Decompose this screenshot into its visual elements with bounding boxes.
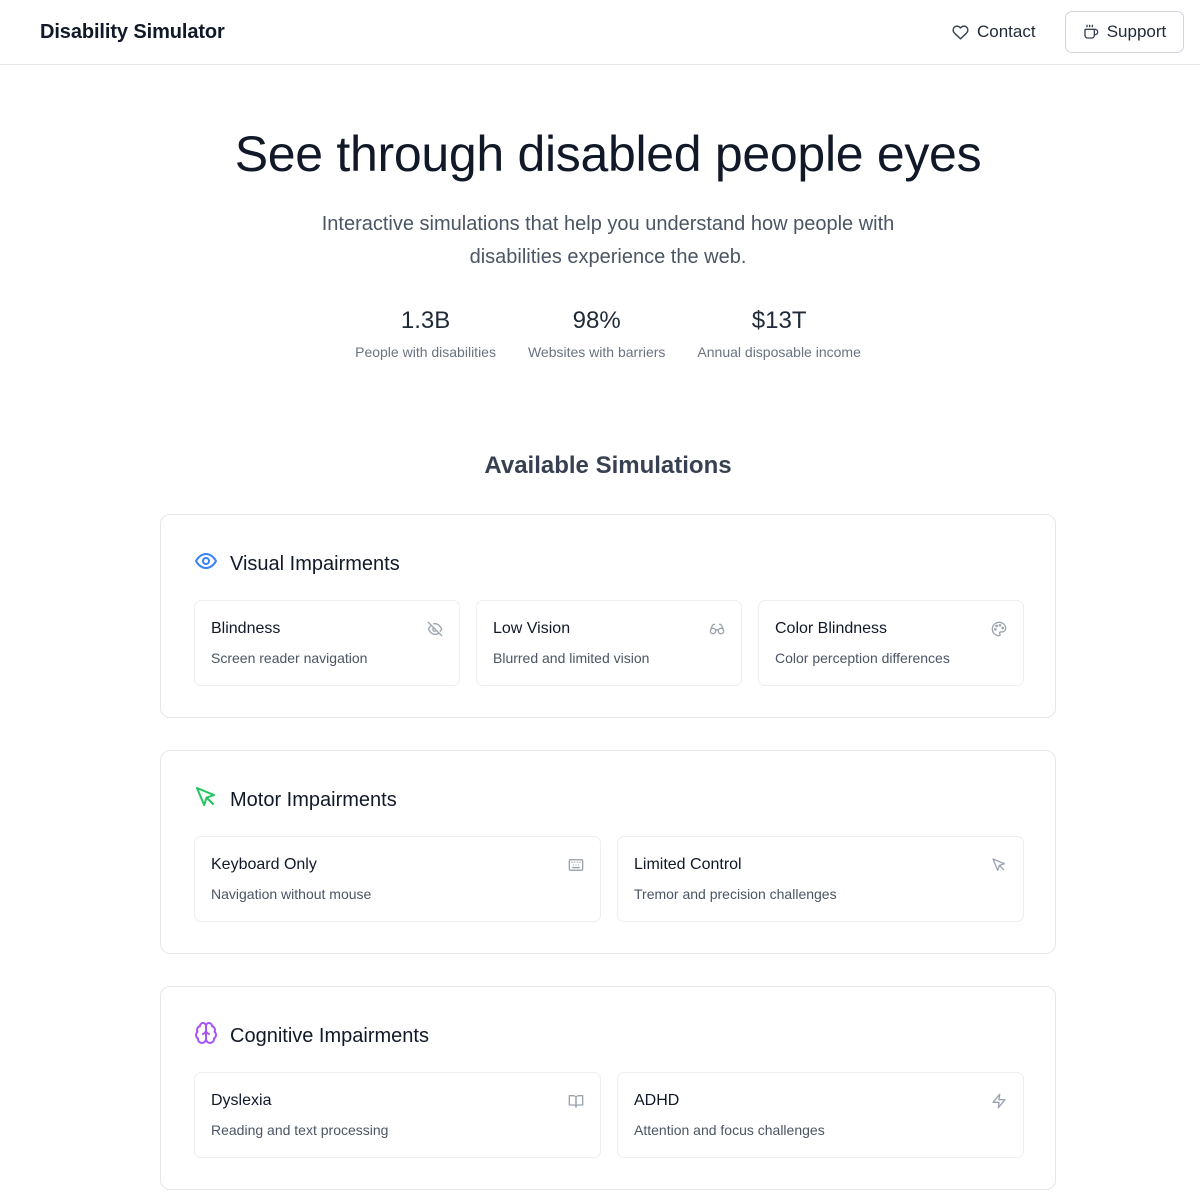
card-description: Tremor and precision challenges [634, 886, 837, 902]
support-label: Support [1106, 22, 1167, 41]
stat-value: $13T [751, 307, 807, 334]
card-description: Attention and focus challenges [634, 1122, 825, 1138]
category-title: Visual Impairments [230, 552, 400, 575]
category-motor-impairments: Motor Impairments Keyboard Only Navigati… [160, 750, 1056, 954]
card-title: Dyslexia [211, 1092, 272, 1109]
palette-icon [991, 621, 1007, 637]
card-title: Keyboard Only [211, 856, 317, 873]
card-title: Blindness [211, 620, 281, 637]
stat-people: 1.3B People with disabilities [355, 306, 496, 362]
category-visual-impairments: Visual Impairments Blindness Screen read… [160, 514, 1056, 718]
contact-link[interactable]: Contact [940, 12, 1048, 52]
site-header: Disability Simulator Contact Support [0, 0, 1200, 65]
stats-row: 1.3B People with disabilities 98% Websit… [0, 306, 1200, 362]
card-description: Navigation without mouse [211, 886, 372, 902]
keyboard-icon [568, 857, 584, 873]
simulation-cards: Keyboard Only Navigation without mouse L… [194, 836, 1024, 922]
card-description: Blurred and limited vision [493, 650, 650, 666]
category-header: Visual Impairments [194, 549, 400, 578]
card-dyslexia[interactable]: Dyslexia Reading and text processing [194, 1072, 601, 1158]
hero-subtitle: Interactive simulations that help you un… [321, 213, 895, 268]
card-title: ADHD [634, 1092, 680, 1109]
eye-off-icon [427, 621, 443, 637]
card-color-blindness[interactable]: Color Blindness Color perception differe… [758, 600, 1024, 686]
glasses-icon [709, 621, 725, 637]
stat-label: Annual disposable income [697, 344, 861, 360]
stat-value: 98% [572, 307, 621, 334]
support-button[interactable]: Support [1065, 11, 1184, 53]
category-header: Cognitive Impairments [194, 1021, 429, 1050]
category-title: Cognitive Impairments [230, 1024, 429, 1047]
card-keyboard-only[interactable]: Keyboard Only Navigation without mouse [194, 836, 601, 922]
card-title: Color Blindness [775, 620, 888, 637]
zap-icon [991, 1093, 1007, 1109]
stat-label: Websites with barriers [527, 344, 666, 360]
stat-websites: 98% Websites with barriers [528, 306, 665, 362]
book-icon [568, 1093, 584, 1109]
card-limited-control[interactable]: Limited Control Tremor and precision cha… [617, 836, 1024, 922]
card-adhd[interactable]: ADHD Attention and focus challenges [617, 1072, 1024, 1158]
card-low-vision[interactable]: Low Vision Blurred and limited vision [476, 600, 742, 686]
category-header: Motor Impairments [194, 785, 397, 814]
pointer-icon [194, 785, 218, 814]
card-title: Limited Control [634, 856, 742, 873]
simulation-cards: Dyslexia Reading and text processing ADH… [194, 1072, 1024, 1158]
pointer-icon [991, 857, 1007, 873]
hero-title: See through disabled people eyes [234, 126, 982, 182]
simulation-cards: Blindness Screen reader navigation Low V… [194, 600, 1024, 686]
card-description: Screen reader navigation [211, 650, 368, 666]
section-title: Available Simulations [484, 452, 732, 479]
brain-icon [194, 1021, 218, 1050]
stat-value: 1.3B [400, 307, 451, 334]
category-title: Motor Impairments [230, 788, 397, 811]
stat-label: People with disabilities [355, 344, 496, 360]
card-description: Color perception differences [775, 650, 950, 666]
brand-title[interactable]: Disability Simulator [40, 20, 225, 44]
eye-icon [194, 549, 218, 578]
contact-label: Contact [977, 22, 1036, 41]
heart-icon [952, 24, 969, 41]
stat-income: $13T Annual disposable income [697, 306, 860, 362]
card-title: Low Vision [493, 620, 571, 637]
coffee-icon [1083, 24, 1099, 40]
card-description: Reading and text processing [211, 1122, 389, 1138]
category-cognitive-impairments: Cognitive Impairments Dyslexia Reading a… [160, 986, 1056, 1190]
card-blindness[interactable]: Blindness Screen reader navigation [194, 600, 460, 686]
